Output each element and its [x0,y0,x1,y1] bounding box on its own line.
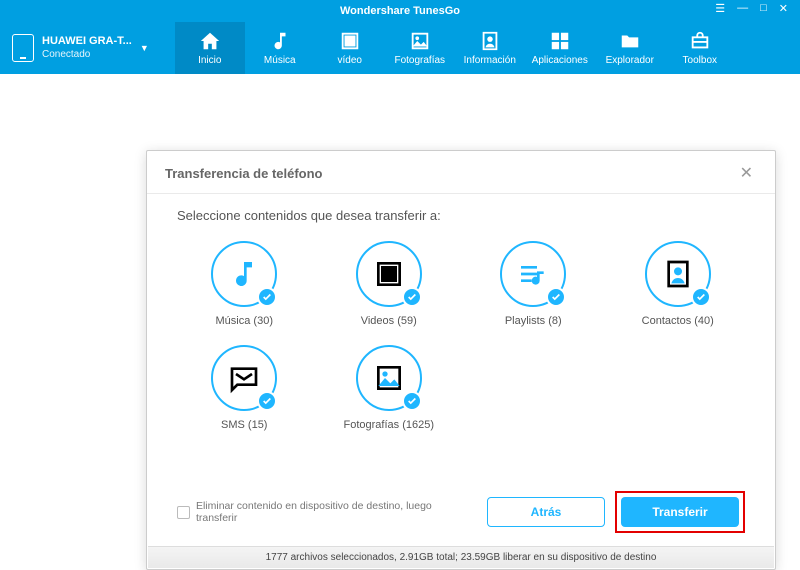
content-item-photo[interactable]: Fotografías (1625) [322,345,457,431]
photo-icon [409,30,431,52]
nav-tab-label: Información [464,55,516,66]
window-controls: ☰ — □ ✕ [709,0,794,17]
device-name: HUAWEI GRA-T... [42,35,132,48]
nav-tab-apps[interactable]: Aplicaciones [525,22,595,74]
dialog-close-button[interactable]: ✕ [736,163,757,183]
content-item-label: Música (30) [216,315,273,327]
content-item-label: Contactos (40) [642,315,714,327]
main-toolbar: HUAWEI GRA-T... Conectado ▼ Inicio Música… [0,22,800,74]
video-icon [339,30,361,52]
nav-tabs: Inicio Música vídeo Fotografías Información A… [175,22,735,74]
content-item-music[interactable]: Música (30) [177,241,312,327]
toolbox-icon [689,30,711,52]
erase-label: Eliminar contenido en dispositivo de des… [196,500,475,524]
nav-tab-folder[interactable]: Explorador [595,22,665,74]
nav-tab-contacts[interactable]: Información [455,22,525,74]
content-item-label: Playlists (8) [505,315,562,327]
transfer-dialog: Transferencia de teléfono ✕ Seleccione c… [146,150,776,570]
content-item-sms[interactable]: SMS (15) [177,345,312,431]
nav-tab-toolbox[interactable]: Toolbox [665,22,735,74]
music-icon [269,30,291,52]
nav-tab-music[interactable]: Música [245,22,315,74]
phone-icon [12,34,34,62]
content-item-playlist[interactable]: Playlists (8) [466,241,601,327]
dialog-header: Transferencia de teléfono ✕ [147,151,775,194]
content-item-contacts[interactable]: Contactos (40) [611,241,746,327]
nav-tab-label: vídeo [338,55,362,66]
sms-circle [211,345,277,411]
app-title: Wondershare TunesGo [340,5,460,17]
checkbox-icon [177,506,190,519]
dialog-footer: Eliminar contenido en dispositivo de des… [147,491,775,533]
home-icon [199,30,221,52]
contacts-icon [479,30,501,52]
transfer-button[interactable]: Transferir [621,497,739,527]
content-item-label: Fotografías (1625) [344,419,435,431]
dialog-backdrop: Transferencia de teléfono ✕ Seleccione c… [0,74,800,511]
check-icon [257,287,277,307]
content-item-label: Videos (59) [361,315,417,327]
nav-tab-video[interactable]: vídeo [315,22,385,74]
device-status: Conectado [42,49,132,61]
login-icon[interactable]: ☰ [709,0,731,17]
device-selector[interactable]: HUAWEI GRA-T... Conectado ▼ [4,34,157,62]
nav-tab-label: Inicio [198,55,221,66]
device-text: HUAWEI GRA-T... Conectado [42,35,132,60]
nav-tab-home[interactable]: Inicio [175,22,245,74]
video-circle [356,241,422,307]
content-item-video[interactable]: Videos (59) [322,241,457,327]
check-icon [546,287,566,307]
music-circle [211,241,277,307]
titlebar: Wondershare TunesGo ☰ — □ ✕ [0,0,800,22]
close-icon[interactable]: ✕ [773,0,794,17]
dialog-prompt: Seleccione contenidos que desea transfer… [177,208,745,223]
check-icon [257,391,277,411]
chevron-down-icon: ▼ [140,43,149,53]
playlist-circle [500,241,566,307]
nav-tab-label: Aplicaciones [532,55,588,66]
nav-tab-photo[interactable]: Fotografías [385,22,455,74]
nav-tab-label: Música [264,55,296,66]
photo-circle [356,345,422,411]
erase-checkbox-row[interactable]: Eliminar contenido en dispositivo de des… [177,500,475,524]
content-grid: Música (30) Videos (59) Playlists (8) Conta… [177,241,745,431]
status-text: 1777 archivos seleccionados, 2.91GB tota… [266,552,657,563]
nav-tab-label: Toolbox [683,55,717,66]
contacts-circle [645,241,711,307]
minimize-icon[interactable]: — [731,0,754,17]
nav-tab-label: Explorador [606,55,654,66]
back-button[interactable]: Atrás [487,497,605,527]
content-item-label: SMS (15) [221,419,267,431]
check-icon [691,287,711,307]
nav-tab-label: Fotografías [394,55,445,66]
check-icon [402,391,422,411]
folder-icon [619,30,641,52]
transfer-button-highlight: Transferir [615,491,745,533]
check-icon [402,287,422,307]
dialog-body: Seleccione contenidos que desea transfer… [147,194,775,431]
apps-icon [549,30,571,52]
maximize-icon[interactable]: □ [754,0,773,17]
dialog-statusbar: 1777 archivos seleccionados, 2.91GB tota… [148,546,774,568]
dialog-title: Transferencia de teléfono [165,166,323,181]
